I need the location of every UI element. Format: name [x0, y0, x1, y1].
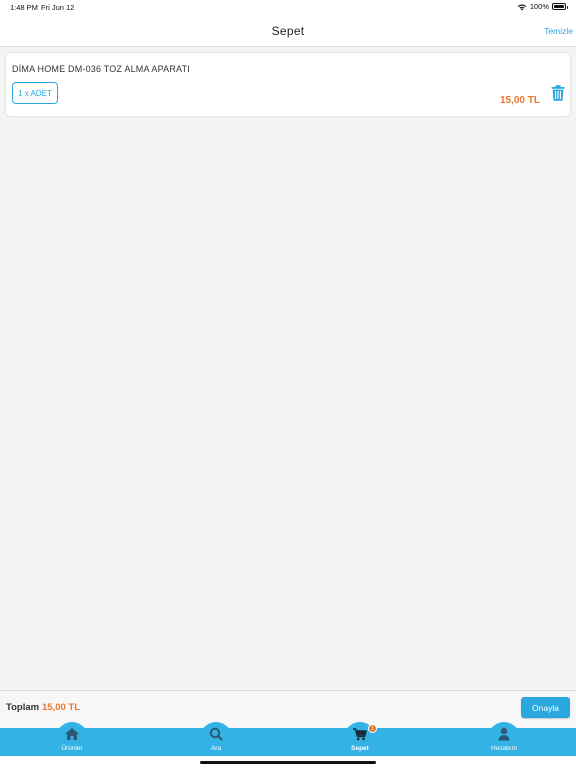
tab-bar: Ürünler Ara 1 Sepet Hesabım	[0, 722, 576, 756]
tab-label: Hesabım	[490, 745, 517, 752]
clear-cart-button[interactable]: Temizle	[544, 26, 573, 36]
user-icon	[498, 727, 510, 741]
tab-label: Ara	[210, 745, 222, 752]
trash-icon[interactable]	[551, 85, 565, 101]
tab-label: Sepet	[351, 745, 369, 752]
tab-label: Ürünler	[61, 745, 83, 752]
search-icon	[209, 727, 223, 741]
quantity-button[interactable]: 1 x ADET	[12, 82, 58, 104]
total-value: 15,00 TL	[42, 702, 81, 713]
cart-item-price: 15,00 TL	[499, 95, 540, 106]
home-icon	[65, 728, 79, 740]
tab-search[interactable]: Ara	[144, 722, 288, 756]
nav-bar: Sepet Temizle	[0, 14, 576, 47]
status-time: 1:48 PM	[10, 3, 38, 12]
cart-icon	[353, 728, 367, 741]
battery-percent: 100%	[529, 2, 549, 11]
summary-bar: Toplam 15,00 TL Onayla	[0, 690, 576, 728]
home-indicator-area	[0, 756, 576, 768]
tab-cart[interactable]: 1 Sepet	[288, 722, 432, 756]
cart-content: DİMA HOME DM-036 TOZ ALMA APARATI 1 x AD…	[0, 48, 576, 690]
tab-account[interactable]: Hesabım	[432, 722, 576, 756]
cart-badge: 1	[368, 724, 377, 733]
tab-products[interactable]: Ürünler	[0, 722, 144, 756]
wifi-icon	[517, 3, 527, 10]
status-bar: 1:48 PM Fri Jun 12 100%	[0, 0, 576, 14]
home-indicator[interactable]	[200, 761, 376, 764]
total-label: Toplam	[6, 702, 40, 713]
status-date: Fri Jun 12	[41, 3, 75, 12]
confirm-button[interactable]: Onayla	[521, 697, 570, 718]
battery-icon	[552, 3, 568, 10]
page-title: Sepet	[271, 24, 305, 38]
status-right: 100%	[517, 2, 568, 11]
cart-item: DİMA HOME DM-036 TOZ ALMA APARATI 1 x AD…	[6, 53, 570, 116]
cart-item-name: DİMA HOME DM-036 TOZ ALMA APARATI	[12, 64, 190, 74]
